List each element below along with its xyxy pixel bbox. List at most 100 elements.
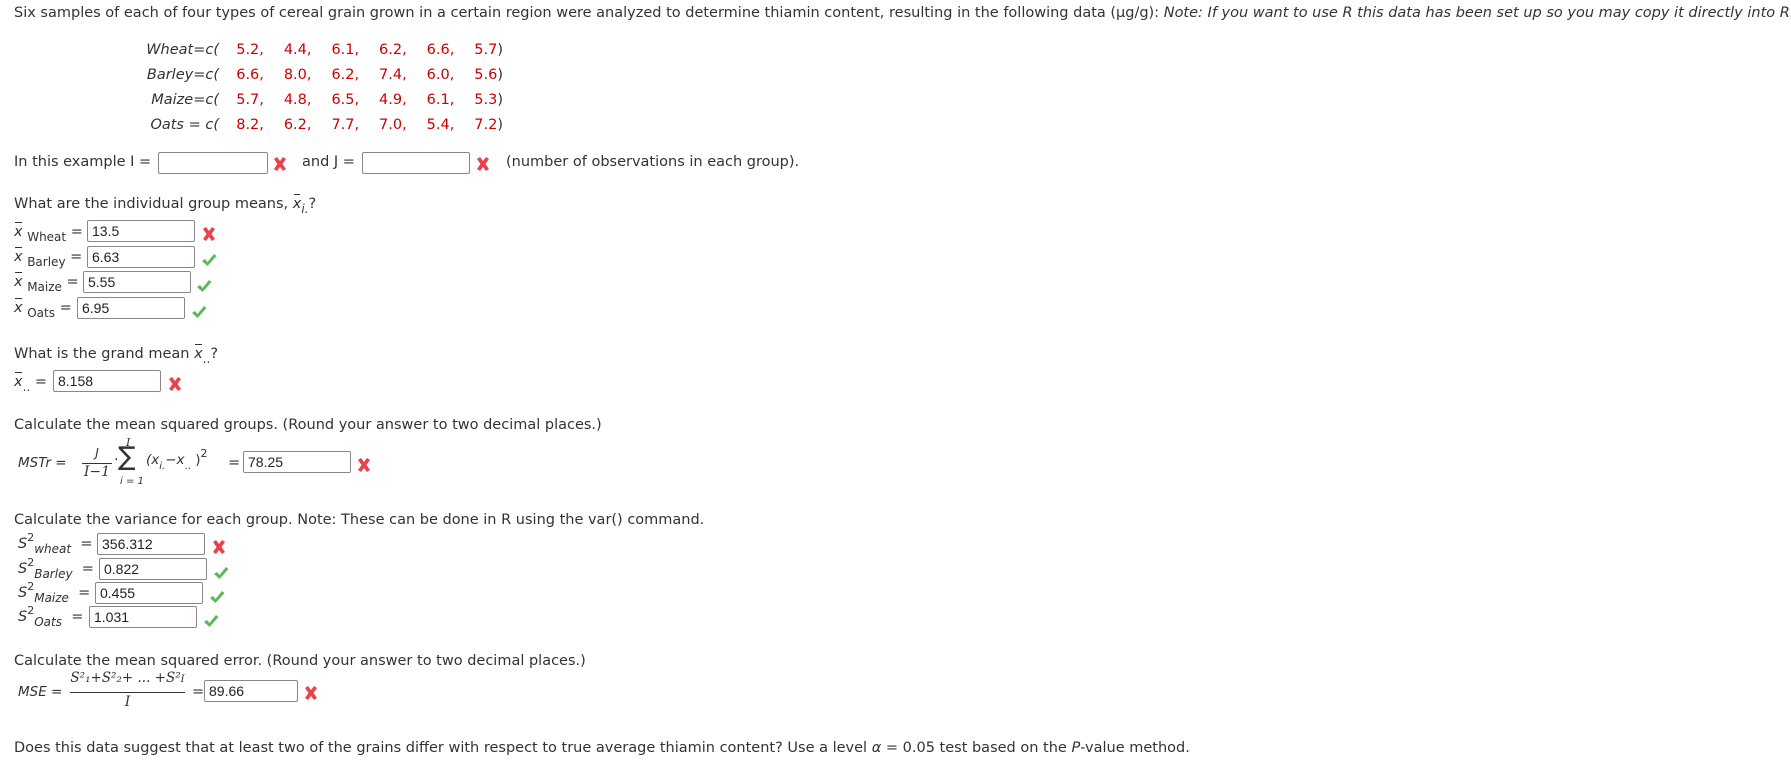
subscript: i. [301,202,309,216]
final-text: Does this data suggest that at least two… [14,740,868,756]
mean-wheat-input[interactable] [87,220,195,242]
subscript: i. [159,461,166,472]
data-value: 4.4, [283,42,312,58]
variance-question: Calculate the variance for each group. N… [14,512,705,528]
equals: = [228,455,241,471]
mstr-label: MSTr = [18,455,67,471]
j-input[interactable] [362,152,470,174]
variance-label-text: Oats [34,615,62,629]
incorrect-icon [166,375,184,393]
data-row-barley: Barley=c( 6.6, 8.0, 6.2, 7.4, 6.0, 5.6) [134,67,503,83]
mean-oats-input[interactable] [77,297,185,319]
incorrect-icon [210,538,228,556]
sigma-icon: ∑ [118,442,136,472]
data-row-label: Oats = c( [150,117,219,133]
mean-label-text: Barley [27,255,66,269]
data-row-oats: Oats = c( 8.2, 6.2, 7.7, 7.0, 5.4, 7.2) [134,117,503,133]
data-value: 6.2, [283,117,312,133]
question-mark: ? [210,346,219,362]
close-paren: ) [497,92,503,108]
data-value: 6.1, [331,42,360,58]
equals: = [70,224,83,240]
mstr-denominator: I−1 [83,464,111,480]
variance-barley-input[interactable] [99,558,207,580]
data-row-label: Barley=c( [146,67,219,83]
data-value: 6.2, [331,67,360,83]
mse-question: Calculate the mean squared error. (Round… [14,653,586,669]
s-symbol: S [18,536,28,552]
s-symbol: S [18,561,28,577]
incorrect-icon [474,155,492,173]
mean-label: x Barley = [14,247,83,269]
data-value: 6.0, [426,67,455,83]
data-row-maize: Maize=c( 5.7, 4.8, 6.5, 4.9, 6.1, 5.3) [134,92,503,108]
mstr-question: Calculate the mean squared groups. (Roun… [14,417,602,433]
p-symbol: P [1071,740,1081,756]
i-input[interactable] [158,152,268,174]
data-row-wheat: Wheat=c( 5.2, 4.4, 6.1, 6.2, 6.6, 5.7) [134,42,503,58]
close-paren: ) [497,67,503,83]
final-text: -value method. [1080,740,1190,756]
variance-label-text: Barley [34,567,73,581]
mean-label: x Oats = [14,298,72,320]
xbar-symbol: x [194,344,203,362]
intro-main: Six samples of each of four types of cer… [14,5,1160,21]
variance-label: S2Oats = [18,604,84,629]
intro-note: Note: If you want to use R this data has… [1163,5,1791,21]
mean-label: x Maize = [14,272,79,294]
xbar-symbol: x [14,247,23,265]
variance-wheat-input[interactable] [97,533,205,555]
equals: = [71,609,84,625]
alpha-symbol: α [871,740,882,756]
term-minus: −x [165,452,185,468]
xbar-symbol: x [14,222,23,240]
data-value: 6.2, [379,42,407,58]
correct-icon [195,277,213,295]
final-question: Does this data suggest that at least two… [14,740,1190,756]
data-value: 6.6, [236,67,264,83]
grand-mean-label: x.. = [14,372,47,394]
fraction-line [70,692,185,693]
equals: = [70,249,83,265]
numerator-text: S²₁+S²₂+ ... +S² [70,670,181,686]
mean-barley-input[interactable] [87,246,195,268]
data-value: 6.5, [331,92,360,108]
grand-mean-input[interactable] [53,370,161,392]
means-question: What are the individual group means, xi.… [14,194,316,216]
term-open: (x [146,452,160,468]
mean-label: x Wheat = [14,222,83,244]
mean-label-text: Oats [27,306,55,320]
subscript: .. [202,352,211,366]
mstr-input[interactable] [243,451,351,473]
mean-label-text: Maize [27,280,62,294]
s-symbol: S [18,585,28,601]
variance-label-text: wheat [34,542,72,556]
ij-prefix: In this example I = [14,154,152,170]
variance-oats-input[interactable] [89,606,197,628]
correct-icon [208,588,226,606]
equals: = [34,374,47,390]
means-question-text: What are the individual group means, [14,196,289,212]
superscript: 2 [200,447,208,460]
mean-maize-input[interactable] [83,271,191,293]
sigma-bottom: i = 1 [120,476,144,487]
s-symbol: S [18,609,28,625]
variance-maize-input[interactable] [95,582,203,604]
ij-mid: and J = [302,154,355,170]
close-paren: ) [497,42,503,58]
mse-input[interactable] [204,680,298,702]
variance-label: S2wheat = [18,531,93,556]
data-value: 5.2, [236,42,264,58]
equals: = [81,561,94,577]
grand-mean-question: What is the grand mean x..? [14,344,219,366]
correct-icon [190,303,208,321]
incorrect-icon [355,456,373,474]
xbar-symbol: x [14,272,23,290]
equals: = [66,274,79,290]
variance-label: S2Barley = [18,556,94,581]
data-value: 5.7, [236,92,264,108]
data-value: 6.1, [426,92,455,108]
equals: = [80,536,93,552]
data-value: 5.3 [474,92,498,108]
mean-label-text: Wheat [27,230,67,244]
